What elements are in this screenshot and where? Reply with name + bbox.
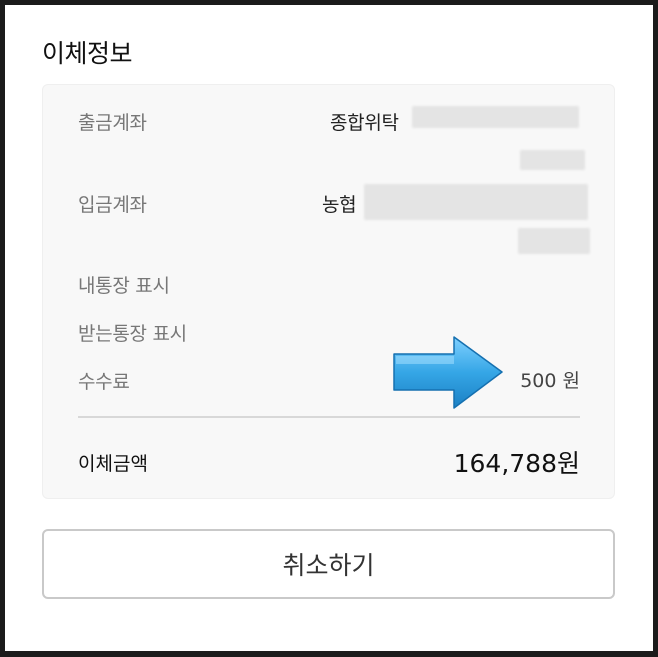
- deposit-account-holder-redacted: [518, 228, 590, 254]
- deposit-account-bank: 농협: [322, 194, 357, 216]
- arrow-right-icon: [393, 336, 503, 409]
- recipient-memo-label: 받는통장 표시: [78, 323, 187, 345]
- withdraw-account-label: 출금계좌: [78, 112, 147, 134]
- fee-label: 수수료: [78, 371, 130, 393]
- withdraw-account-bank: 종합위탁: [330, 112, 399, 134]
- deposit-account-number-redacted: [364, 184, 588, 220]
- section-title: 이체정보: [42, 39, 133, 68]
- deposit-account-label: 입금계좌: [78, 194, 147, 216]
- divider: [78, 416, 580, 418]
- withdraw-account-number-redacted: [412, 106, 579, 128]
- fee-value: 500 원: [520, 370, 580, 392]
- cancel-button[interactable]: 취소하기: [42, 529, 615, 599]
- withdraw-account-holder-redacted: [520, 150, 585, 170]
- my-account-memo-label: 내통장 표시: [78, 275, 170, 297]
- transfer-amount-label: 이체금액: [78, 453, 148, 475]
- transfer-amount-value: 164,788원: [453, 449, 580, 478]
